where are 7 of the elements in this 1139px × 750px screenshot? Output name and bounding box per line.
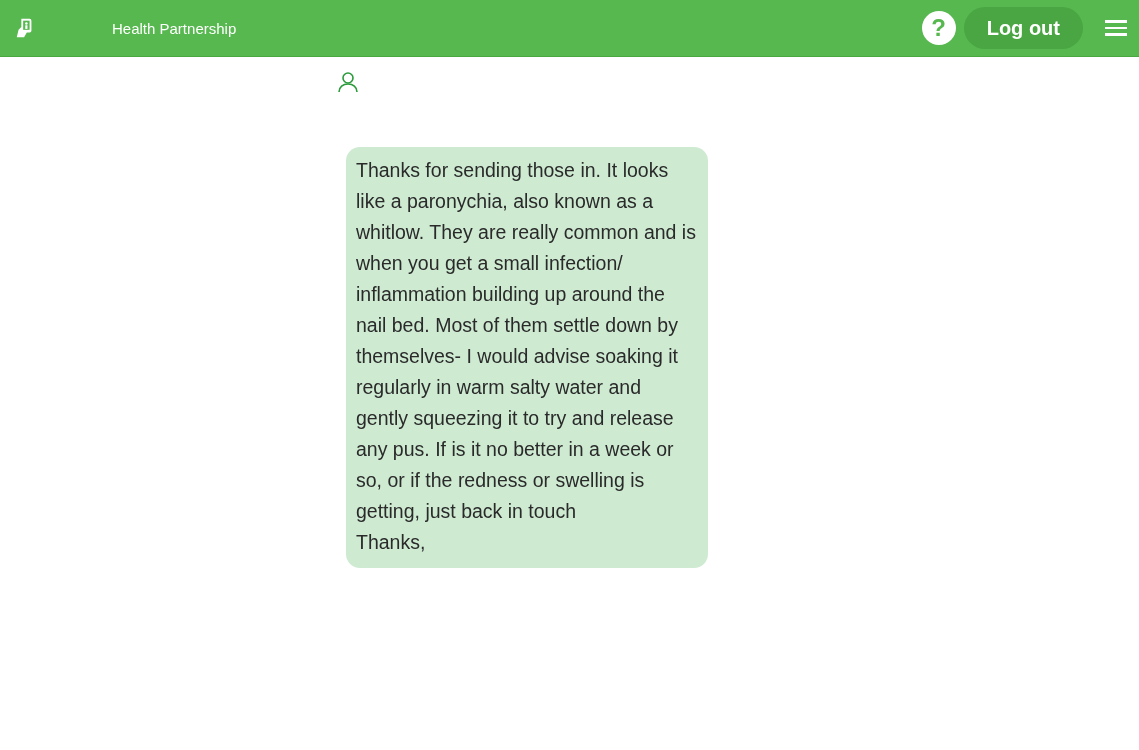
person-icon	[336, 70, 360, 94]
menu-icon[interactable]	[1105, 18, 1127, 38]
help-button[interactable]: ?	[921, 11, 956, 45]
logout-button[interactable]: Log out	[963, 7, 1083, 49]
app-title: Health Partnership	[112, 19, 237, 37]
message-text: Thanks for sending those in. It looks like a paronychia, also known as a whitlow. They are really common and is when you get a small infection/ inflammation building up around the nail bed. Most of them settle down by themselves- I would advise soaking it regularly in warm salty water and gently squeezing it to try and release any pus. If is it no better in a week or so, or if the redness or swelling is getting, just back in touch	[356, 158, 697, 524]
message-text: Thanks,	[356, 530, 427, 555]
